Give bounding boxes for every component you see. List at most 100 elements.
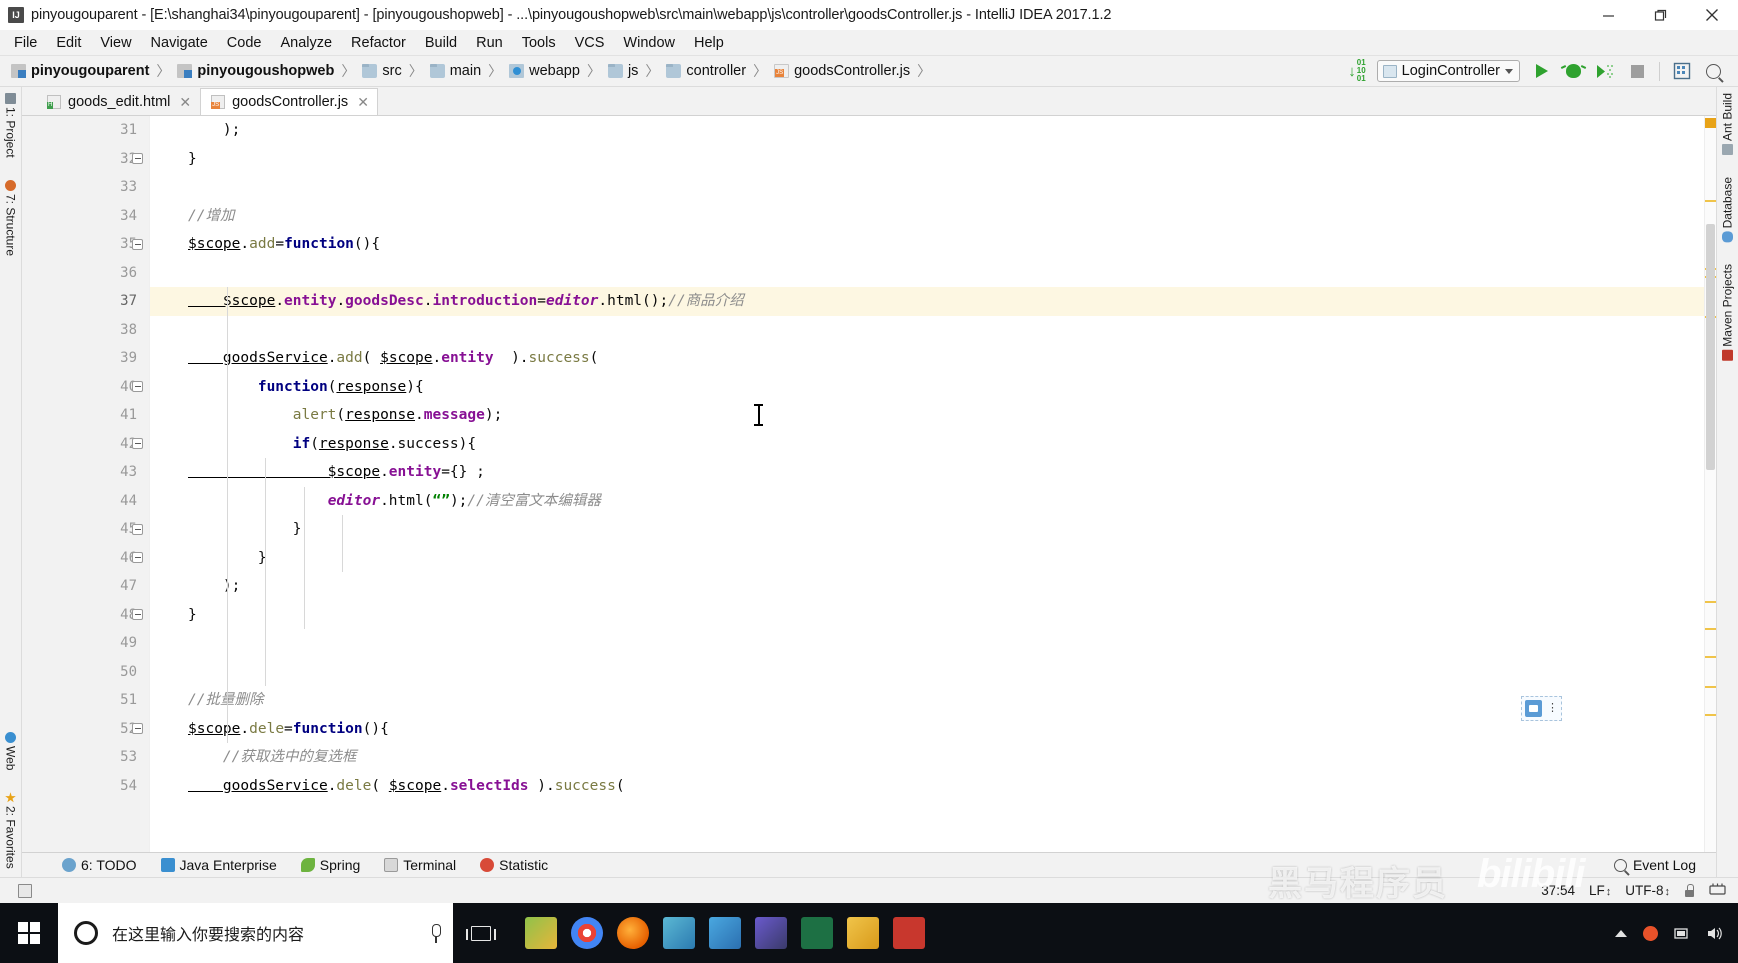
sidebar-item-favorites[interactable]: 2: Favorites (0, 790, 21, 871)
code-fold-toggle[interactable] (132, 523, 143, 535)
breadcrumb-item-goodscontroller-js[interactable]: goodsController.js (774, 63, 910, 79)
code-line[interactable]: } (150, 515, 1704, 544)
memory-indicator-icon[interactable] (1709, 882, 1726, 900)
warning-marker[interactable] (1705, 628, 1716, 630)
app-icon-teal[interactable] (663, 917, 695, 949)
notification-dot-icon[interactable] (1643, 925, 1658, 941)
project-layout-icon[interactable] (1671, 61, 1692, 82)
code-fold-toggle[interactable] (132, 438, 143, 449)
tool-window-statistic[interactable]: Statistic (480, 857, 548, 873)
breadcrumb-item-pinyougoushopweb[interactable]: pinyougoushopweb (177, 63, 334, 79)
menu-vcs[interactable]: VCS (575, 35, 605, 51)
menu-run[interactable]: Run (476, 35, 503, 51)
menu-view[interactable]: View (100, 35, 131, 51)
code-editor[interactable]: 31 32 33 34 35 36 37 38 39 40 41 42 43 44 45 46 47 48 49 50… (22, 116, 1716, 852)
folder-icon[interactable] (847, 917, 879, 949)
close-icon[interactable]: ✕ (179, 95, 191, 109)
close-icon[interactable]: ✕ (357, 95, 369, 109)
close-button[interactable] (1686, 0, 1738, 30)
breadcrumb-item-main[interactable]: main (429, 63, 481, 79)
code-line[interactable]: $scope.dele=function(){ (150, 715, 1704, 744)
warning-marker[interactable] (1705, 601, 1716, 603)
run-button[interactable] (1531, 61, 1552, 82)
code-line[interactable]: goodsService.dele( $scope.selectIds ).su… (150, 772, 1704, 801)
chrome-icon[interactable] (571, 917, 603, 949)
sidebar-item-structure[interactable]: 7: Structure (0, 178, 21, 258)
excel-icon[interactable] (801, 917, 833, 949)
code-line[interactable] (150, 173, 1704, 202)
debug-button[interactable] (1563, 61, 1584, 82)
code-line[interactable]: alert(response.message); (150, 401, 1704, 430)
caret-position[interactable]: 37:54 (1541, 883, 1575, 898)
breadcrumb-item-js[interactable]: js (607, 63, 638, 79)
code-fold-toggle[interactable] (132, 238, 143, 250)
breadcrumb-item-pinyougouparent[interactable]: pinyougouparent (11, 63, 149, 79)
more-options-icon[interactable]: ⋮ (1547, 703, 1558, 714)
code-line[interactable]: goodsService.add( $scope.entity ).succes… (150, 344, 1704, 373)
tab-goods-edit-html[interactable]: goods_edit.html ✕ (36, 88, 201, 115)
tool-window-spring[interactable]: Spring (300, 857, 360, 873)
code-line[interactable]: $scope.add=function(){ (150, 230, 1704, 259)
pdf-icon[interactable] (893, 917, 925, 949)
windows-start-icon[interactable] (0, 903, 58, 963)
menu-tools[interactable]: Tools (522, 35, 556, 51)
code-line[interactable]: } (150, 145, 1704, 174)
download-sort-icon[interactable]: ↓ 01 10 01 (1348, 59, 1365, 83)
warning-marker[interactable] (1705, 200, 1716, 202)
sidebar-item-database[interactable]: Database (1717, 175, 1738, 244)
status-indicator-icon[interactable] (18, 883, 32, 898)
show-hidden-icons-chevron[interactable] (1615, 929, 1627, 937)
breadcrumb-item-controller[interactable]: controller (666, 63, 746, 79)
code-line[interactable]: if(response.success){ (150, 430, 1704, 459)
tab-goodscontroller-js[interactable]: goodsController.js ✕ (200, 88, 378, 115)
taskbar-search-input[interactable]: 在这里输入你要搜索的内容 (58, 903, 453, 963)
task-view-icon[interactable] (453, 903, 509, 963)
read-only-lock-icon[interactable] (1684, 884, 1695, 897)
event-log-button[interactable]: Event Log (1613, 857, 1716, 873)
code-line[interactable]: } (150, 544, 1704, 573)
tool-window-todo[interactable]: 6: TODO (62, 857, 137, 873)
vertical-scrollbar-thumb[interactable] (1706, 224, 1715, 470)
code-line[interactable]: } (150, 601, 1704, 630)
menu-window[interactable]: Window (623, 35, 675, 51)
code-line[interactable]: ); (150, 572, 1704, 601)
menu-navigate[interactable]: Navigate (151, 35, 208, 51)
code-line[interactable]: $scope.entity={} ; (150, 458, 1704, 487)
microphone-icon[interactable] (430, 923, 441, 943)
run-configuration-selector[interactable]: LoginController (1376, 60, 1520, 82)
code-line[interactable] (150, 316, 1704, 345)
menu-analyze[interactable]: Analyze (280, 35, 332, 51)
editor-marker-bar[interactable] (1704, 116, 1716, 852)
menu-file[interactable]: File (14, 35, 37, 51)
code-line[interactable]: function(response){ (150, 373, 1704, 402)
code-line[interactable]: editor.html(“”);//清空富文本编辑器 (150, 487, 1704, 516)
code-line[interactable]: //获取选中的复选框 (150, 743, 1704, 772)
search-everywhere-icon[interactable] (1703, 61, 1724, 82)
file-explorer-icon[interactable] (525, 917, 557, 949)
code-line[interactable]: $scope.entity.goodsDesc.introduction=edi… (150, 287, 1704, 316)
minimize-button[interactable] (1582, 0, 1634, 30)
code-line[interactable]: //批量删除 (150, 686, 1704, 715)
inspection-hector-widget[interactable]: ⋮ (1521, 696, 1562, 721)
sidebar-item-project[interactable]: 1: Project (0, 91, 21, 160)
breadcrumb-item-src[interactable]: src (362, 63, 402, 79)
sidebar-item-ant-build[interactable]: Ant Build (1717, 91, 1738, 157)
app-icon-blue[interactable] (709, 917, 741, 949)
code-fold-toggle[interactable] (132, 552, 143, 563)
code-fold-toggle[interactable] (132, 609, 143, 620)
code-fold-toggle[interactable] (132, 153, 143, 164)
code-line[interactable]: ); (150, 116, 1704, 145)
stop-button[interactable] (1627, 61, 1648, 82)
warning-marker[interactable] (1705, 656, 1716, 658)
maximize-button[interactable] (1634, 0, 1686, 30)
tool-window-java-enterprise[interactable]: Java Enterprise (160, 857, 277, 873)
warning-marker[interactable] (1705, 686, 1716, 688)
volume-icon[interactable] (1707, 926, 1724, 941)
line-separator[interactable]: LF (1589, 883, 1611, 898)
code-scroll-area[interactable]: );}//增加 $scope.add=function(){ $scope.ent… (150, 116, 1704, 852)
warning-marker[interactable] (1705, 118, 1716, 128)
sidebar-item-maven-projects[interactable]: Maven Projects (1717, 262, 1738, 363)
firefox-icon[interactable] (617, 917, 649, 949)
code-line[interactable] (150, 259, 1704, 288)
code-fold-toggle[interactable] (132, 381, 143, 392)
